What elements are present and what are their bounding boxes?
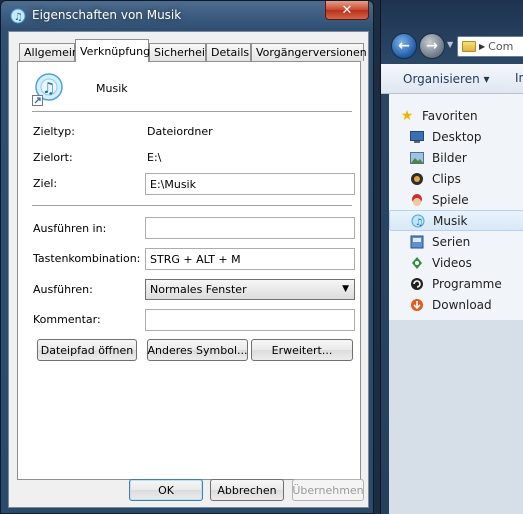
nav-item-games[interactable]: Spiele — [389, 189, 523, 210]
nav-item-label: Serien — [432, 234, 471, 249]
explorer-toolbar: ← → ▼ ▶ Com — [381, 28, 523, 64]
comment-label: Kommentar: — [33, 313, 101, 326]
nav-item-label: Programme — [432, 276, 502, 291]
desktop-icon — [409, 129, 425, 145]
nav-item-label: Videos — [432, 255, 472, 270]
forward-button[interactable]: → — [419, 33, 445, 59]
run-select[interactable]: Normales Fenster ▼ — [145, 279, 355, 300]
address-text: Com — [488, 40, 514, 53]
nav-item-clips[interactable]: Clips — [389, 168, 523, 189]
target-label: Ziel: — [33, 177, 58, 190]
close-icon: ✕ — [341, 2, 353, 18]
close-button[interactable]: ✕ — [325, 1, 369, 20]
address-bar[interactable]: ▶ Com — [457, 36, 523, 57]
programs-icon — [409, 276, 425, 292]
history-dropdown-icon[interactable]: ▼ — [447, 40, 453, 49]
tab-label: Verknüpfung — [80, 44, 151, 58]
nav-item-label: Musik — [433, 213, 468, 228]
target-location-label: Zielort: — [33, 151, 73, 164]
nav-item-label: Spiele — [432, 192, 469, 207]
arrow-left-icon: ← — [398, 38, 410, 54]
explorer-window: ← → ▼ ▶ Com Organisieren ▾ In ★ Favorite… — [380, 0, 523, 514]
music-shortcut-icon: ♫ — [32, 73, 63, 106]
tab-label: Vorgängerversionen — [256, 46, 367, 59]
dropdown-arrow-icon: ▼ — [342, 284, 349, 294]
nav-item-favorites[interactable]: ★ Favoriten — [389, 105, 523, 126]
music-icon: ♫ — [410, 213, 426, 229]
arrow-right-icon: → — [426, 38, 438, 54]
nav-item-videos[interactable]: Videos — [389, 252, 523, 273]
navigation-pane: ★ Favoriten Desktop Bilder Clips Spiele … — [389, 94, 523, 320]
svg-text:♫: ♫ — [14, 12, 23, 23]
tab-shortcut[interactable]: Verknüpfung — [75, 39, 151, 62]
open-file-location-button[interactable]: Dateipfad öffnen — [37, 339, 137, 361]
nav-item-desktop[interactable]: Desktop — [389, 126, 523, 147]
target-location-value: E:\ — [147, 151, 162, 164]
nav-item-label: Desktop — [432, 129, 482, 144]
tab-label: Details — [211, 46, 250, 59]
properties-dialog: ♫ Eigenschaften von Musik ✕ Allgemein Ve… — [0, 0, 374, 514]
tab-label: Allgemein — [24, 46, 79, 59]
dialog-title: Eigenschaften von Musik — [32, 8, 182, 22]
tab-details[interactable]: Details — [206, 43, 251, 61]
tab-label: Sicherheit — [154, 46, 210, 59]
music-folder-icon: ♫ — [10, 8, 26, 24]
breadcrumb-separator-icon: ▶ — [479, 42, 486, 51]
start-in-label: Ausführen in: — [33, 222, 107, 235]
folder-icon — [462, 41, 476, 52]
series-icon — [409, 234, 425, 250]
clips-icon — [409, 171, 425, 187]
explorer-command-bar: Organisieren ▾ In — [381, 64, 523, 94]
games-icon — [409, 192, 425, 208]
nav-item-programs[interactable]: Programme — [389, 273, 523, 294]
nav-item-pictures[interactable]: Bilder — [389, 147, 523, 168]
run-select-value: Normales Fenster — [150, 283, 247, 296]
target-input[interactable]: E:\Musik — [145, 173, 355, 195]
dialog-client-area: Allgemein Verknüpfung Sicherheit Details… — [8, 31, 369, 508]
star-icon: ★ — [400, 107, 414, 124]
nav-item-series[interactable]: Serien — [389, 231, 523, 252]
nav-item-label: Download — [432, 297, 492, 312]
pictures-icon — [409, 150, 425, 166]
tab-security[interactable]: Sicherheit — [149, 43, 210, 61]
nav-item-music[interactable]: ♫ Musik — [389, 210, 523, 231]
shortcut-name: Musik — [96, 82, 128, 95]
run-label: Ausführen: — [33, 283, 93, 296]
back-button[interactable]: ← — [391, 33, 417, 59]
shortcut-key-label: Tastenkombination: — [33, 252, 141, 265]
shortcut-key-input[interactable]: STRG + ALT + M — [145, 248, 355, 270]
nav-item-label: Favoriten — [422, 108, 478, 123]
tab-previous-versions[interactable]: Vorgängerversionen — [251, 43, 367, 61]
download-icon — [409, 297, 425, 313]
comment-input[interactable] — [145, 309, 355, 331]
svg-text:♫: ♫ — [42, 79, 55, 97]
tab-general[interactable]: Allgemein — [19, 43, 79, 61]
divider — [32, 205, 352, 206]
nav-item-label: Clips — [432, 171, 461, 186]
navigation-pane-lower — [389, 320, 523, 514]
target-type-value: Dateiordner — [147, 125, 213, 138]
svg-text:♫: ♫ — [415, 218, 423, 228]
advanced-button[interactable]: Erweitert... — [251, 339, 353, 361]
ok-button[interactable]: OK — [129, 479, 203, 501]
organize-button[interactable]: Organisieren ▾ — [381, 72, 490, 86]
nav-item-download[interactable]: Download — [389, 294, 523, 315]
apply-button[interactable]: Übernehmen — [292, 479, 364, 501]
shortcut-tab-panel: ♫ Musik Zieltyp: Dateiordner Zielort: E:… — [17, 61, 361, 480]
cancel-button[interactable]: Abbrechen — [210, 479, 284, 501]
start-in-input[interactable] — [145, 217, 355, 239]
change-icon-button[interactable]: Anderes Symbol... — [147, 339, 248, 361]
divider — [32, 111, 352, 112]
videos-icon — [409, 255, 425, 271]
nav-item-label: Bilder — [432, 150, 467, 165]
include-button[interactable]: In — [515, 71, 523, 85]
target-type-label: Zieltyp: — [33, 125, 75, 138]
